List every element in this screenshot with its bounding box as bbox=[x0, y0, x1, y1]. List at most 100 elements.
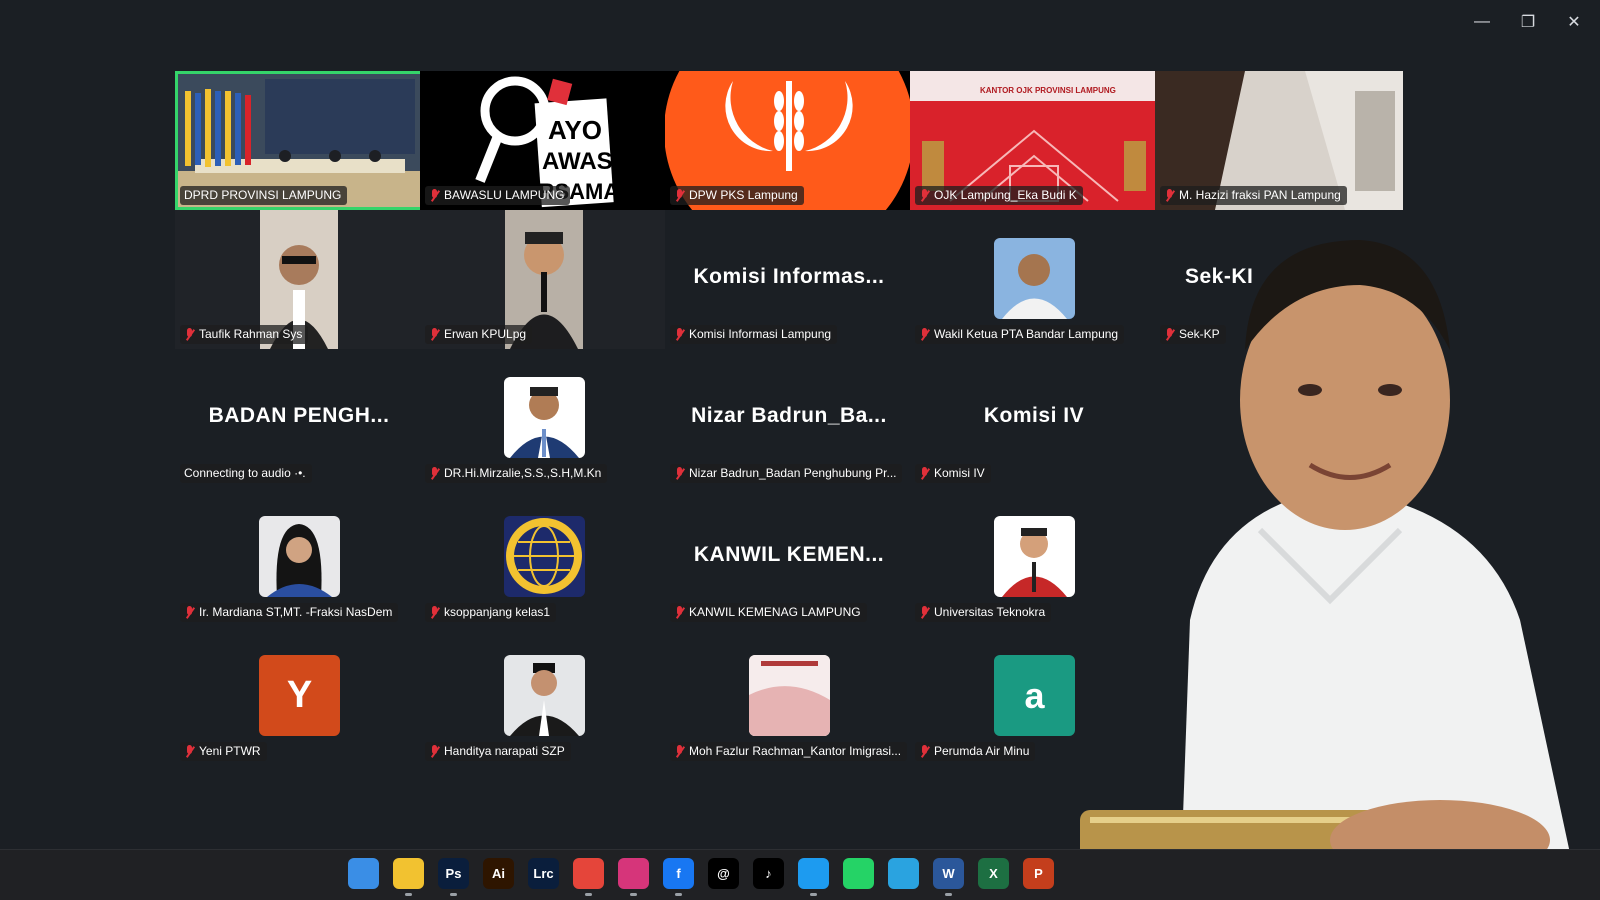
muted-mic-icon bbox=[919, 189, 930, 202]
photoshop-icon-glyph: Ps bbox=[445, 866, 462, 881]
minimize-icon[interactable]: — bbox=[1472, 12, 1492, 32]
lightroom-classic-icon[interactable]: Lrc bbox=[528, 858, 559, 889]
participant-name: Connecting to audio ·•. bbox=[180, 464, 312, 483]
running-indicator bbox=[675, 893, 682, 896]
powerpoint-icon[interactable]: P bbox=[1023, 858, 1054, 889]
windows-start-icon[interactable] bbox=[348, 858, 379, 889]
running-indicator bbox=[405, 893, 412, 896]
participant-display-name: Nizar Badrun_Ba... bbox=[691, 404, 887, 427]
running-indicator bbox=[945, 893, 952, 896]
muted-mic-icon bbox=[674, 189, 685, 202]
facebook-icon[interactable]: f bbox=[663, 858, 694, 896]
participant-tile-dprd[interactable]: DPRD PROVINSI LAMPUNG bbox=[175, 71, 423, 210]
chrome-icon[interactable] bbox=[573, 858, 604, 896]
taskbar: Ps Ai Lrc f @ ♪ W X P bbox=[0, 849, 1600, 900]
close-icon[interactable]: ✕ bbox=[1564, 12, 1584, 32]
threads-icon[interactable]: @ bbox=[708, 858, 739, 889]
lightroom-classic-icon-glyph: Lrc bbox=[533, 866, 554, 881]
muted-mic-icon bbox=[429, 606, 440, 619]
avatar bbox=[504, 655, 585, 736]
muted-mic-icon bbox=[674, 606, 685, 619]
muted-mic-icon bbox=[184, 606, 195, 619]
participant-tile-mardiana[interactable]: Ir. Mardiana ST,MT. -Fraksi NasDem bbox=[175, 488, 423, 627]
illustrator-icon[interactable]: Ai bbox=[483, 858, 514, 889]
running-indicator bbox=[450, 893, 457, 896]
excel-icon-glyph: X bbox=[989, 866, 998, 881]
file-explorer-icon[interactable] bbox=[393, 858, 424, 896]
participant-name: ksoppanjang kelas1 bbox=[425, 603, 557, 622]
overlay-person-photo bbox=[1060, 200, 1600, 900]
participant-name: Taufik Rahman Sys bbox=[180, 325, 309, 344]
running-indicator bbox=[810, 893, 817, 896]
participant-tile-komisi-informasi[interactable]: Komisi Informas... Komisi Informasi Lamp… bbox=[665, 210, 913, 349]
participant-tile-nizar[interactable]: Nizar Badrun_Ba... Nizar Badrun_Badan Pe… bbox=[665, 349, 913, 488]
participant-tile-pks[interactable]: DPW PKS Lampung bbox=[665, 71, 913, 210]
participant-name: Perumda Air Minu bbox=[915, 742, 1036, 761]
restore-icon[interactable]: ❐ bbox=[1518, 12, 1538, 32]
twitter-icon[interactable] bbox=[798, 858, 829, 896]
participant-tile-yeni[interactable]: Y Yeni PTWR bbox=[175, 627, 423, 766]
excel-icon[interactable]: X bbox=[978, 858, 1009, 889]
muted-mic-icon bbox=[429, 745, 440, 758]
participant-name: Komisi IV bbox=[915, 464, 991, 483]
telegram-icon[interactable] bbox=[888, 858, 919, 889]
running-indicator bbox=[630, 893, 637, 896]
muted-mic-icon bbox=[429, 328, 440, 341]
running-indicator bbox=[585, 893, 592, 896]
participant-name: DPW PKS Lampung bbox=[670, 186, 804, 205]
participant-name: Nizar Badrun_Badan Penghubung Pr... bbox=[670, 464, 903, 483]
participant-name: Komisi Informasi Lampung bbox=[670, 325, 838, 344]
instagram-icon[interactable] bbox=[618, 858, 649, 896]
threads-icon-glyph: @ bbox=[717, 866, 730, 881]
participant-tile-ksop[interactable]: ksoppanjang kelas1 bbox=[420, 488, 668, 627]
participant-name: Ir. Mardiana ST,MT. -Fraksi NasDem bbox=[180, 603, 399, 622]
muted-mic-icon bbox=[429, 467, 440, 480]
participant-tile-ojk[interactable]: KANTOR OJK PROVINSI LAMPUNG OJK Lampung_… bbox=[910, 71, 1158, 210]
participant-display-name: KANWIL KEMEN... bbox=[693, 543, 885, 566]
muted-mic-icon bbox=[919, 467, 930, 480]
svg-text:AWASI: AWASI bbox=[542, 148, 619, 175]
avatar-letter: Y bbox=[259, 655, 340, 736]
illustrator-icon-glyph: Ai bbox=[492, 866, 505, 881]
banner-title: KANTOR OJK PROVINSI LAMPUNG bbox=[980, 86, 1116, 95]
participant-tile-handitya[interactable]: Handitya narapati SZP bbox=[420, 627, 668, 766]
participant-tile-imigrasi[interactable]: Moh Fazlur Rachman_Kantor Imigrasi... bbox=[665, 627, 913, 766]
participant-tile-erwan[interactable]: Erwan KPULpg bbox=[420, 210, 668, 349]
muted-mic-icon bbox=[429, 189, 440, 202]
avatar bbox=[504, 516, 585, 597]
participant-display-name: Komisi Informas... bbox=[693, 265, 885, 288]
muted-mic-icon bbox=[674, 328, 685, 341]
facebook-icon-glyph: f bbox=[676, 866, 681, 881]
participant-tile-kanwil[interactable]: KANWIL KEMEN... KANWIL KEMENAG LAMPUNG bbox=[665, 488, 913, 627]
svg-text:AYO: AYO bbox=[548, 115, 602, 145]
powerpoint-icon-glyph: P bbox=[1034, 866, 1043, 881]
participant-display-name: BADAN PENGH... bbox=[208, 404, 390, 427]
participant-name: Universitas Teknokra bbox=[915, 603, 1052, 622]
muted-mic-icon bbox=[184, 745, 195, 758]
participant-tile-taufik[interactable]: Taufik Rahman Sys bbox=[175, 210, 423, 349]
muted-mic-icon bbox=[919, 328, 930, 341]
participant-name: DR.Hi.Mirzalie,S.S.,S.H,M.Kn bbox=[425, 464, 608, 483]
window-controls: — ❐ ✕ bbox=[1472, 12, 1584, 32]
whatsapp-icon[interactable] bbox=[843, 858, 874, 889]
word-icon[interactable]: W bbox=[933, 858, 964, 896]
tiktok-icon[interactable]: ♪ bbox=[753, 858, 784, 889]
avatar bbox=[504, 377, 585, 458]
taskbar-icons: Ps Ai Lrc f @ ♪ W X P bbox=[348, 858, 1054, 896]
participant-name: Handitya narapati SZP bbox=[425, 742, 571, 761]
participant-name: DPRD PROVINSI LAMPUNG bbox=[180, 186, 348, 205]
participant-name: Erwan KPULpg bbox=[425, 325, 533, 344]
word-icon-glyph: W bbox=[942, 866, 955, 881]
participant-tile-hazizi[interactable]: M. Hazizi fraksi PAN Lampung bbox=[1155, 71, 1403, 210]
muted-mic-icon bbox=[919, 745, 930, 758]
muted-mic-icon bbox=[919, 606, 930, 619]
participant-tile-mirzalie[interactable]: DR.Hi.Mirzalie,S.S.,S.H,M.Kn bbox=[420, 349, 668, 488]
participant-name: BAWASLU LAMPUNG bbox=[425, 186, 571, 205]
participant-name: Yeni PTWR bbox=[180, 742, 267, 761]
participant-tile-badan-penghubung[interactable]: BADAN PENGH... Connecting to audio ·•. bbox=[175, 349, 423, 488]
muted-mic-icon bbox=[674, 467, 685, 480]
participant-tile-bawaslu[interactable]: AYO AWASI BERSAMA BAWASLU LAMPUNG bbox=[420, 71, 668, 210]
photoshop-icon[interactable]: Ps bbox=[438, 858, 469, 896]
avatar bbox=[259, 516, 340, 597]
participant-name: KANWIL KEMENAG LAMPUNG bbox=[670, 603, 867, 622]
